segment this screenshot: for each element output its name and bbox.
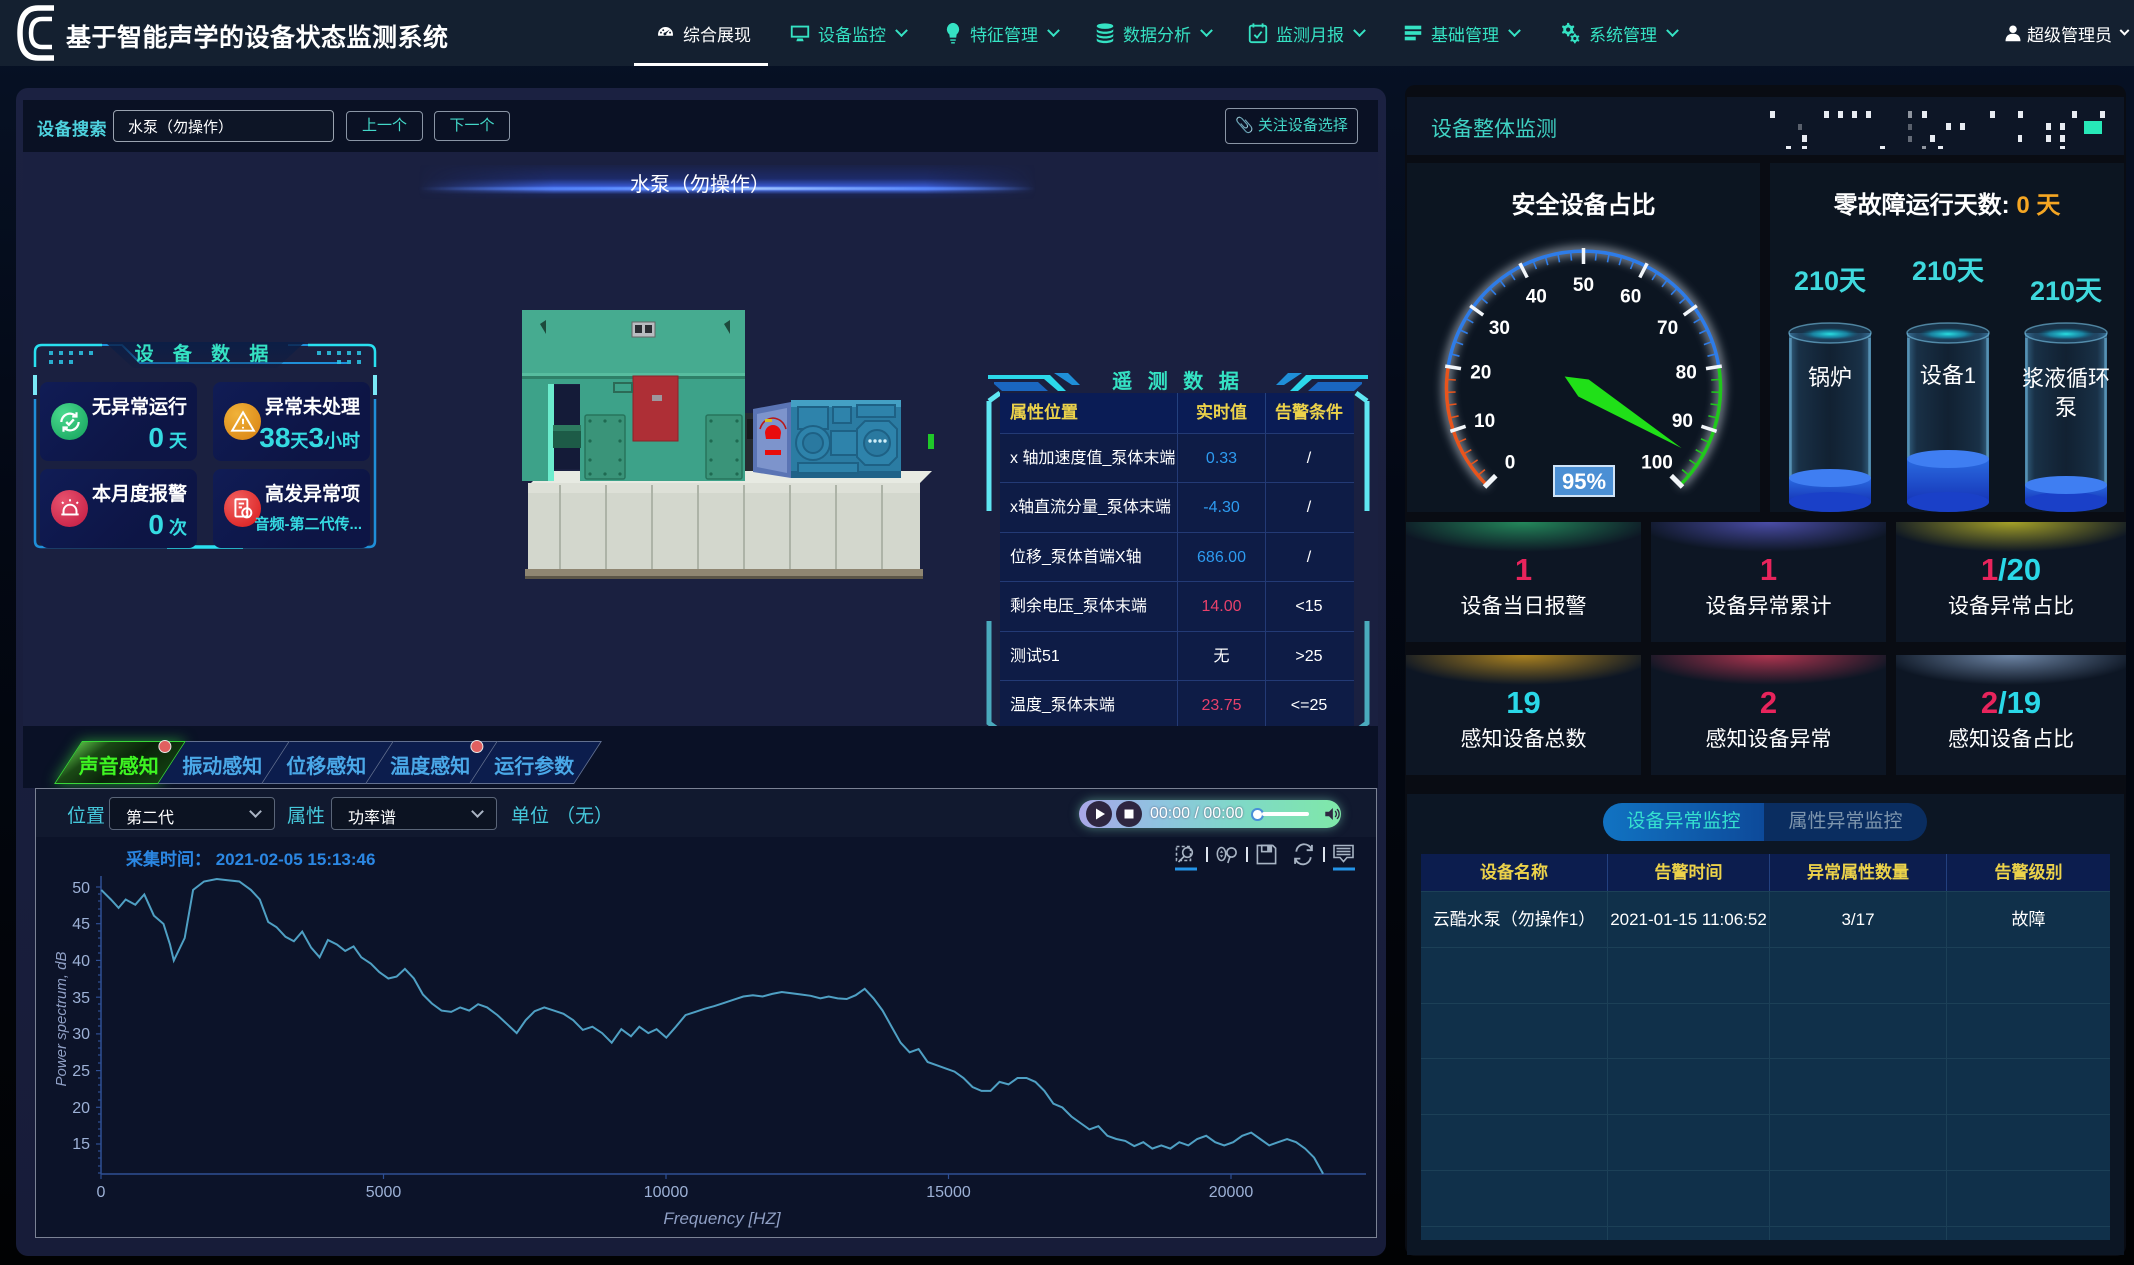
svg-text:15000: 15000 xyxy=(926,1184,971,1201)
svg-text:20000: 20000 xyxy=(1209,1184,1254,1201)
svg-text:50: 50 xyxy=(72,880,90,897)
svg-text:210天: 210天 xyxy=(2030,276,2102,306)
svg-text:0: 0 xyxy=(97,1184,106,1201)
svg-text:90: 90 xyxy=(1672,411,1693,432)
svg-text:30: 30 xyxy=(72,1026,90,1043)
svg-text:30: 30 xyxy=(1489,318,1510,339)
svg-text:20: 20 xyxy=(72,1100,90,1117)
svg-text:浆液循环: 浆液循环 xyxy=(2022,366,2110,391)
svg-text:70: 70 xyxy=(1657,318,1678,339)
svg-text:Power spectrum, dB: Power spectrum, dB xyxy=(53,951,70,1086)
svg-text:60: 60 xyxy=(1620,286,1641,307)
svg-text:100: 100 xyxy=(1641,453,1673,474)
svg-text:10: 10 xyxy=(1474,411,1495,432)
svg-text:210天: 210天 xyxy=(1912,256,1984,286)
svg-text:设备1: 设备1 xyxy=(1920,363,1976,388)
svg-text:10000: 10000 xyxy=(644,1184,689,1201)
svg-text:5000: 5000 xyxy=(366,1184,402,1201)
svg-text:210天: 210天 xyxy=(1794,266,1866,296)
svg-text:50: 50 xyxy=(1573,275,1594,296)
svg-text:20: 20 xyxy=(1470,363,1491,384)
svg-text:Frequency [HZ]: Frequency [HZ] xyxy=(663,1209,781,1228)
svg-text:80: 80 xyxy=(1676,363,1697,384)
svg-text:40: 40 xyxy=(1526,286,1547,307)
svg-text:0: 0 xyxy=(1505,453,1516,474)
svg-text:35: 35 xyxy=(72,990,90,1007)
svg-text:15: 15 xyxy=(72,1136,90,1153)
svg-text:25: 25 xyxy=(72,1063,90,1080)
svg-text:95%: 95% xyxy=(1562,469,1606,494)
svg-text:40: 40 xyxy=(72,953,90,970)
svg-text:泵: 泵 xyxy=(2055,395,2077,420)
svg-text:45: 45 xyxy=(72,916,90,933)
svg-text:锅炉: 锅炉 xyxy=(1808,365,1852,390)
